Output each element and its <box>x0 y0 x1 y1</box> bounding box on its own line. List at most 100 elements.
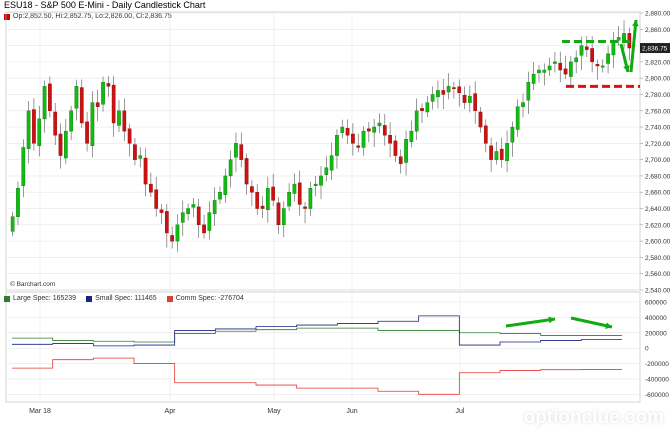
candle-down <box>250 186 254 193</box>
candle-down <box>149 183 153 193</box>
candle-up <box>21 147 26 186</box>
candle-up <box>468 95 472 103</box>
cot-tick-label: -400000 <box>645 376 669 383</box>
price-tick-label: 2,820.00 <box>645 59 670 66</box>
price-tick-label: 2,580.00 <box>645 255 670 262</box>
candle-down <box>303 206 307 209</box>
candle-down <box>48 83 52 111</box>
price-tick-label: 2,600.00 <box>645 239 670 246</box>
candle-up <box>16 187 20 217</box>
legend-large-spec: Large Spec: 165239 <box>4 294 76 304</box>
price-panel-frame <box>5 11 641 291</box>
candle-up <box>117 110 121 126</box>
candle-down <box>388 135 392 144</box>
cot-series-line <box>12 327 622 343</box>
up-arrow-head <box>632 20 639 27</box>
candle-down <box>345 128 350 136</box>
cot-tick-label: 400000 <box>645 315 667 322</box>
candle-down <box>32 109 36 144</box>
candle-up <box>212 200 217 215</box>
candle-up <box>313 183 318 186</box>
candle-up <box>223 175 228 195</box>
candle-up <box>569 61 573 77</box>
candle-down <box>457 86 462 94</box>
candle-up <box>324 167 329 175</box>
candle-down <box>143 157 148 185</box>
x-tick-label: May <box>267 408 281 415</box>
price-chart: 2,880.002,860.002,840.002,820.002,800.00… <box>5 11 670 415</box>
price-tick-label: 2,720.00 <box>645 141 670 148</box>
candle-down <box>462 95 467 103</box>
candle-down <box>53 111 58 136</box>
candle-down <box>95 102 100 107</box>
candle-down <box>58 133 63 156</box>
candle-down <box>127 128 132 144</box>
candle-up <box>175 224 180 242</box>
candle-down <box>356 145 361 148</box>
candle-down <box>393 140 398 156</box>
candle-up <box>69 110 73 132</box>
x-tick-label: Jun <box>346 408 357 415</box>
cot-tick-label: 600000 <box>645 300 667 307</box>
candle-up <box>510 126 515 143</box>
candle-up <box>292 183 297 194</box>
candle-down <box>478 111 483 128</box>
candle-down <box>255 192 260 209</box>
candle-up <box>542 69 547 73</box>
price-tick-label: 2,660.00 <box>645 190 670 197</box>
candle-down <box>558 62 563 71</box>
last-price-label: 2,836.75 <box>642 46 668 53</box>
candle-down <box>420 108 424 111</box>
candle-up <box>622 33 626 41</box>
candle-up <box>436 90 440 98</box>
price-tick-label: 2,640.00 <box>645 206 670 213</box>
candle-up <box>521 102 525 107</box>
candle-up <box>505 143 509 162</box>
candle-up <box>10 216 15 232</box>
cot-down-arrow <box>570 316 613 329</box>
price-tick-label: 2,740.00 <box>645 125 670 132</box>
price-tick-label: 2,780.00 <box>645 92 670 99</box>
candle-down <box>85 121 89 144</box>
candle-up <box>101 82 105 105</box>
candle-down <box>590 48 594 63</box>
cot-tick-label: -200000 <box>645 361 669 368</box>
cot-tick-label: 0 <box>645 346 649 353</box>
candle-down <box>489 145 493 160</box>
candle-down <box>122 110 127 132</box>
watermark: optionclue.com <box>523 407 664 428</box>
candle-down <box>483 125 488 144</box>
candle-up <box>404 139 408 163</box>
candle-up <box>611 41 616 56</box>
candle-down <box>499 148 504 160</box>
candle-up <box>579 45 584 56</box>
candle-up <box>63 130 68 159</box>
candle-down <box>159 209 164 213</box>
price-tick-label: 2,800.00 <box>645 76 670 83</box>
candle-up <box>308 187 313 209</box>
candle-down <box>244 158 249 185</box>
candle-down <box>452 87 456 89</box>
candle-down <box>297 182 302 205</box>
x-tick-label: Apr <box>165 408 177 415</box>
x-tick-label: Jul <box>456 408 465 415</box>
x-tick-label: Mar 18 <box>29 408 51 415</box>
candle-down <box>154 189 159 209</box>
candle-down <box>260 205 265 209</box>
candle-up <box>574 57 579 63</box>
candle-up <box>494 151 499 160</box>
candle-up <box>377 122 382 127</box>
candle-up <box>42 86 47 120</box>
price-tick-label: 2,700.00 <box>645 157 670 164</box>
candle-down <box>111 84 116 124</box>
price-tick-label: 2,760.00 <box>645 108 670 115</box>
candle-down <box>382 125 387 136</box>
candle-up <box>319 175 323 186</box>
up-arrow <box>629 19 638 73</box>
candle-up <box>526 82 531 101</box>
candle-down <box>276 202 281 226</box>
candle-up <box>265 187 270 210</box>
candle-up <box>515 106 520 130</box>
legend-comm-spec: Comm Spec: -276704 <box>166 294 244 304</box>
candle-up <box>372 126 377 133</box>
